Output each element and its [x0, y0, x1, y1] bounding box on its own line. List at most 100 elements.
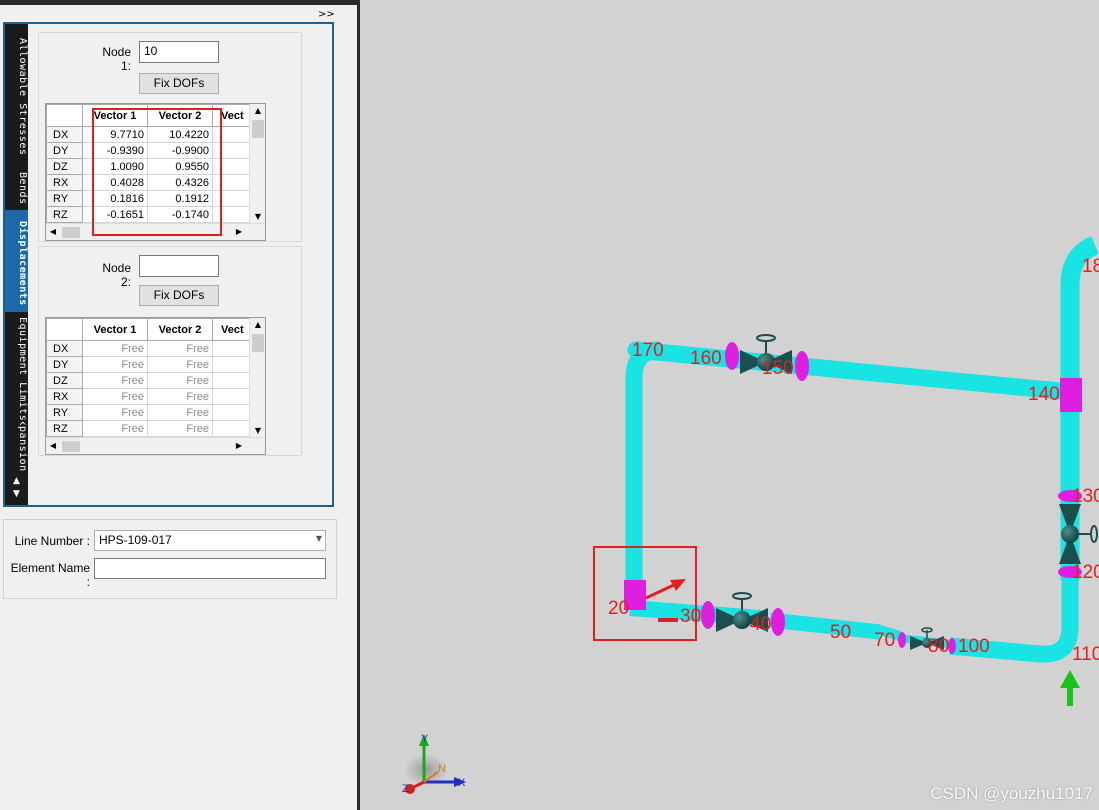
- cell-vector2[interactable]: Free: [147, 404, 213, 421]
- cell-vector3[interactable]: [212, 206, 253, 223]
- cell-vector1[interactable]: 0.1816: [82, 190, 148, 207]
- node2-input[interactable]: [139, 255, 219, 277]
- scroll-right-icon[interactable]: ▶: [232, 224, 246, 240]
- cell-vector2[interactable]: 0.4326: [147, 174, 213, 191]
- scroll-up-icon[interactable]: ▲: [250, 104, 265, 118]
- scroll-thumb[interactable]: [252, 334, 264, 352]
- node2-vertical-scrollbar[interactable]: ▲ ▼: [249, 318, 265, 438]
- cell-vector2[interactable]: Free: [147, 388, 213, 405]
- column-header[interactable]: Vector 1: [82, 318, 148, 341]
- collapse-panel-button[interactable]: >>: [318, 9, 335, 21]
- cell-vector3[interactable]: [212, 174, 253, 191]
- node1-group: Node 1: 10 Fix DOFs Vector 1 Vector 2 Ve…: [38, 32, 302, 242]
- tab-scroll-up-icon[interactable]: ▲: [5, 475, 28, 488]
- node2-horizontal-scrollbar[interactable]: ◀ ▶: [46, 437, 265, 454]
- cell-vector1[interactable]: Free: [82, 356, 148, 373]
- node1-vector-grid[interactable]: Vector 1 Vector 2 Vect DX 9.7710 10.4220 D…: [45, 103, 266, 241]
- node-label-80: 80: [928, 636, 949, 657]
- cell-vector3[interactable]: [212, 158, 253, 175]
- scroll-down-icon[interactable]: ▼: [250, 424, 265, 438]
- column-header[interactable]: Vect: [212, 104, 253, 127]
- column-header[interactable]: Vector 2: [147, 104, 213, 127]
- cell-vector1[interactable]: 0.4028: [82, 174, 148, 191]
- scroll-left-icon[interactable]: ◀: [46, 438, 60, 454]
- line-number-value: HPS-109-017: [99, 533, 172, 547]
- cell-vector2[interactable]: -0.1740: [147, 206, 213, 223]
- axis-label-x: X: [458, 777, 466, 789]
- cell-vector2[interactable]: Free: [147, 356, 213, 373]
- cell-vector3[interactable]: [212, 420, 253, 437]
- cell-vector3[interactable]: [212, 126, 253, 143]
- displacements-content: Node 1: 10 Fix DOFs Vector 1 Vector 2 Ve…: [30, 24, 332, 505]
- scroll-thumb[interactable]: [62, 441, 80, 452]
- pipe-elbow-170[interactable]: [625, 341, 661, 580]
- pipe-segment-bottom-2[interactable]: [769, 612, 881, 640]
- cell-vector1[interactable]: -0.9390: [82, 142, 148, 159]
- cell-vector2[interactable]: -0.9900: [147, 142, 213, 159]
- cell-vector2[interactable]: 0.1912: [147, 190, 213, 207]
- cell-vector3[interactable]: [212, 340, 253, 357]
- node2-vector-grid[interactable]: Vector 1 Vector 2 Vect DX Free Free DY Free…: [45, 317, 266, 455]
- cell-vector3[interactable]: [212, 142, 253, 159]
- cell-vector2[interactable]: Free: [147, 340, 213, 357]
- node1-vertical-scrollbar[interactable]: ▲ ▼: [249, 104, 265, 224]
- cell-vector1[interactable]: 1.0090: [82, 158, 148, 175]
- node-label-50: 50: [830, 622, 851, 643]
- cell-vector1[interactable]: Free: [82, 388, 148, 405]
- cell-vector2[interactable]: Free: [147, 372, 213, 389]
- column-header[interactable]: Vector 2: [147, 318, 213, 341]
- element-name-input[interactable]: [94, 558, 326, 579]
- cell-vector1[interactable]: Free: [82, 372, 148, 389]
- node2-fix-dofs-button[interactable]: Fix DOFs: [139, 285, 219, 306]
- flange-40[interactable]: [771, 608, 785, 636]
- cell-vector1[interactable]: Free: [82, 420, 148, 437]
- flange-150[interactable]: [795, 351, 809, 381]
- tab-displacements[interactable]: Displacements: [5, 210, 28, 312]
- element-name-label: Element Name :: [10, 561, 90, 589]
- cell-vector1[interactable]: Free: [82, 340, 148, 357]
- cell-vector2[interactable]: 0.9550: [147, 158, 213, 175]
- node-label-40: 40: [750, 614, 771, 635]
- watermark-text: CSDN @youzhu1017: [930, 784, 1093, 803]
- scroll-thumb[interactable]: [62, 227, 80, 238]
- tab-equipment-limits[interactable]: Equipment Limits: [5, 312, 28, 422]
- flange-30[interactable]: [701, 601, 715, 629]
- tab-allowable-stresses[interactable]: Allowable Stresses: [5, 28, 28, 162]
- cell-vector3[interactable]: [212, 404, 253, 421]
- element-properties-group: Line Number : HPS-109-017 ▼ Element Name…: [3, 519, 337, 599]
- cell-vector2[interactable]: Free: [147, 420, 213, 437]
- cell-vector3[interactable]: [212, 190, 253, 207]
- scroll-up-icon[interactable]: ▲: [250, 318, 265, 332]
- node-label-70: 70: [874, 630, 895, 651]
- cell-vector3[interactable]: [212, 356, 253, 373]
- line-number-dropdown[interactable]: HPS-109-017 ▼: [94, 530, 326, 551]
- node1-fix-dofs-button[interactable]: Fix DOFs: [139, 73, 219, 94]
- scroll-down-icon[interactable]: ▼: [250, 210, 265, 224]
- node2-label: Node 2:: [102, 261, 131, 289]
- column-header[interactable]: Vector 1: [82, 104, 148, 127]
- table-row: RX Free Free: [46, 388, 253, 405]
- tab-scroll-down-icon[interactable]: ▼: [5, 488, 28, 501]
- cell-vector1[interactable]: Free: [82, 404, 148, 421]
- scroll-right-icon[interactable]: ▶: [232, 438, 246, 454]
- cell-vector3[interactable]: [212, 372, 253, 389]
- tab-expansion-joints[interactable]: Expansion Jo: [5, 422, 28, 478]
- cell-vector1[interactable]: -0.1651: [82, 206, 148, 223]
- scroll-thumb[interactable]: [252, 120, 264, 138]
- node1-horizontal-scrollbar[interactable]: ◀ ▶: [46, 223, 265, 240]
- flange-160[interactable]: [725, 342, 739, 370]
- cell-vector2[interactable]: 10.4220: [147, 126, 213, 143]
- table-row: DZ 1.0090 0.9550: [46, 158, 253, 175]
- 3d-model-viewport[interactable]: 170 160 150 140 130 120 110 100 80 70 50…: [360, 0, 1099, 810]
- node1-input[interactable]: 10: [139, 41, 219, 63]
- cell-vector3[interactable]: [212, 388, 253, 405]
- fitting-140[interactable]: [1060, 378, 1082, 412]
- tab-bends[interactable]: Bends: [5, 162, 28, 210]
- flange-70[interactable]: [898, 632, 906, 648]
- scroll-left-icon[interactable]: ◀: [46, 224, 60, 240]
- flange-80[interactable]: [948, 638, 956, 654]
- row-header: RZ: [46, 420, 83, 437]
- axis-triad: Y X Z N: [402, 733, 466, 795]
- column-header[interactable]: Vect: [212, 318, 253, 341]
- cell-vector1[interactable]: 9.7710: [82, 126, 148, 143]
